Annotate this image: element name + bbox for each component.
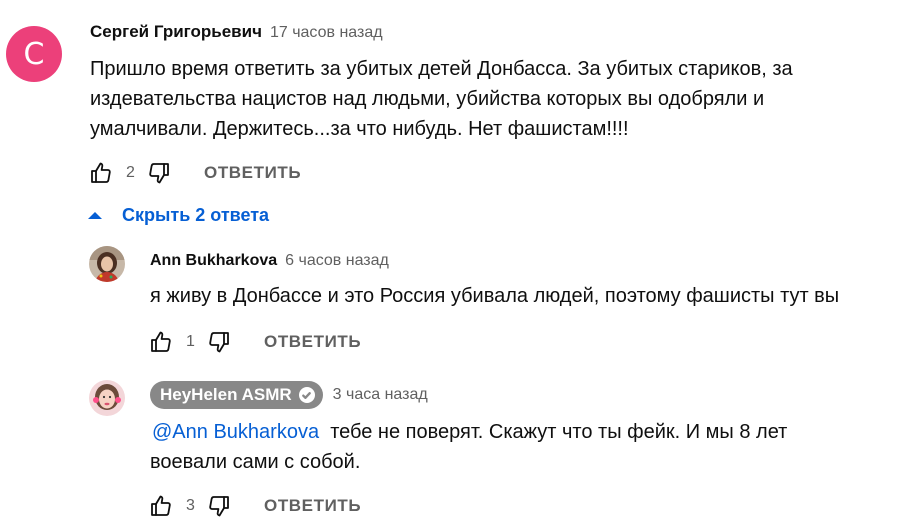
like-count: 3: [186, 497, 195, 514]
comment-header: Сергей Григорьевич 17 часов назад: [90, 22, 383, 42]
like-icon[interactable]: [88, 160, 114, 186]
mention-link[interactable]: @Ann Bukharkova: [152, 421, 319, 443]
reply-text-line: тебе не поверят. Скажут что ты фейк. И м…: [330, 421, 788, 443]
avatar[interactable]: [89, 380, 125, 416]
avatar[interactable]: С: [6, 26, 62, 82]
like-icon[interactable]: [148, 329, 174, 355]
reply-text: я живу в Донбассе и это Россия убивала л…: [150, 285, 840, 307]
hide-replies-button[interactable]: Скрыть 2 ответа: [88, 205, 269, 226]
avatar-letter: С: [23, 36, 45, 72]
reply-author[interactable]: Ann Bukharkova: [150, 252, 277, 270]
comment-text: Пришло время ответить за убитых детей До…: [90, 54, 793, 144]
like-count: 1: [186, 333, 195, 350]
dislike-icon[interactable]: [206, 329, 232, 355]
reply-actions: 1 ОТВЕТИТЬ: [148, 327, 361, 357]
hide-replies-label: Скрыть 2 ответа: [122, 205, 270, 225]
dislike-icon[interactable]: [206, 493, 232, 519]
reply-text: @Ann Bukharkova тебе не поверят. Скажут …: [150, 417, 788, 477]
comment-actions: 2 ОТВЕТИТЬ: [88, 158, 301, 188]
comment-text-line: издевательства нацистов над людьми, убий…: [90, 88, 765, 110]
chevron-up-icon: [88, 212, 102, 219]
checkmark-icon: [298, 387, 315, 403]
reply-header: Ann Bukharkova 6 часов назад: [150, 252, 389, 270]
comment-author[interactable]: Сергей Григорьевич: [90, 22, 262, 42]
comment-time[interactable]: 17 часов назад: [270, 24, 383, 42]
reply-button[interactable]: ОТВЕТИТЬ: [264, 496, 361, 516]
reply-button[interactable]: ОТВЕТИТЬ: [204, 163, 301, 183]
like-count: 2: [126, 164, 135, 181]
avatar[interactable]: [89, 246, 125, 282]
creator-badge[interactable]: HeyHelen ASMR: [150, 381, 323, 409]
reply-actions: 3 ОТВЕТИТЬ: [148, 491, 361, 521]
dislike-icon[interactable]: [146, 160, 172, 186]
reply-time[interactable]: 6 часов назад: [285, 252, 389, 270]
like-icon[interactable]: [148, 493, 174, 519]
reply-time[interactable]: 3 часа назад: [333, 386, 428, 404]
reply-author: HeyHelen ASMR: [160, 385, 292, 404]
comment-text-line: умалчивали. Держитесь...за что нибудь. Н…: [90, 118, 629, 140]
comment-text-line: Пришло время ответить за убитых детей До…: [90, 58, 793, 80]
reply-text-line: воевали сами с собой.: [150, 451, 361, 473]
reply-button[interactable]: ОТВЕТИТЬ: [264, 332, 361, 352]
reply-header: HeyHelen ASMR 3 часа назад: [150, 381, 428, 409]
